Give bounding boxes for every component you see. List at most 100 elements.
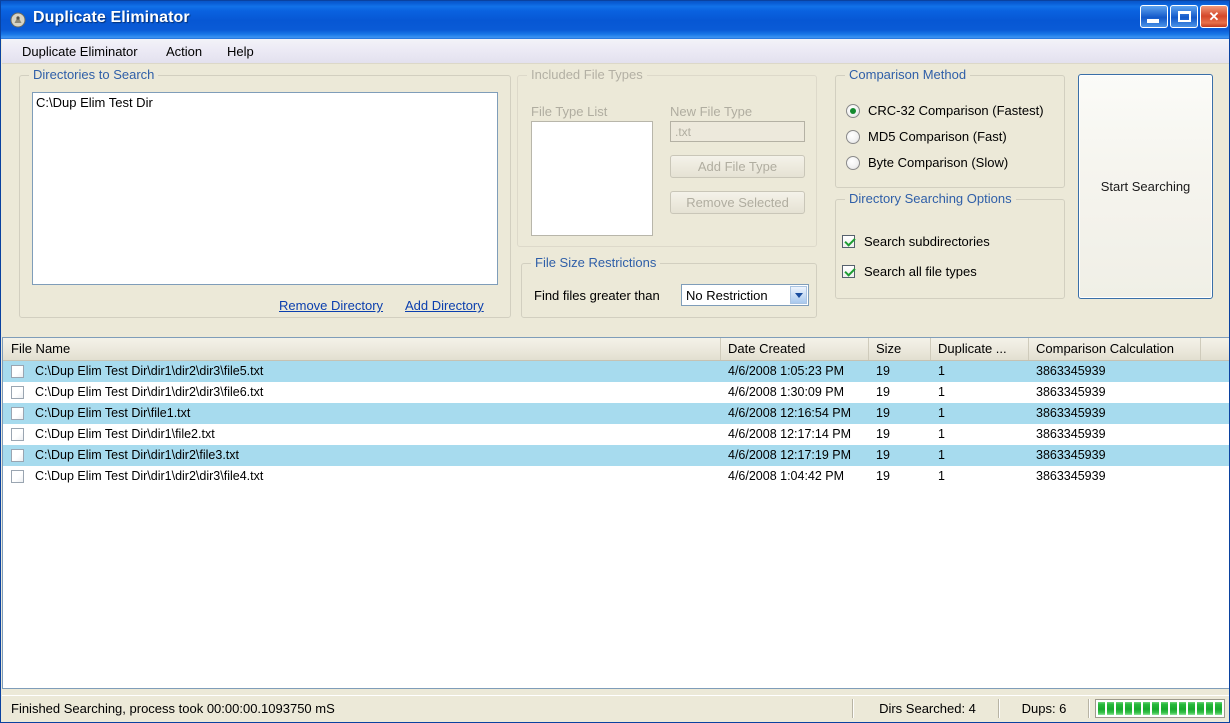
cell-duplicate: 1 (938, 364, 945, 378)
table-row[interactable]: C:\Dup Elim Test Dir\dir1\dir2\dir3\file… (3, 382, 1229, 403)
cell-size: 19 (876, 364, 890, 378)
file-size-dropdown[interactable]: No Restriction (681, 284, 809, 306)
radio-byte-label: Byte Comparison (Slow) (868, 155, 1009, 170)
find-files-greater-than-label: Find files greater than (534, 288, 660, 303)
progress-segment (1098, 702, 1105, 715)
table-row[interactable]: C:\Dup Elim Test Dir\file1.txt 4/6/2008 1… (3, 403, 1229, 424)
chevron-down-icon[interactable] (790, 286, 807, 304)
status-dups: Dups: 6 (1021, 701, 1067, 716)
results-listview[interactable]: File Name Date Created Size Duplicate ... Co… (2, 337, 1229, 689)
status-divider-1 (852, 699, 854, 718)
progress-segment (1179, 702, 1186, 715)
close-icon: ✕ (1208, 9, 1220, 24)
status-dirs-searched: Dirs Searched: 4 (879, 701, 976, 716)
menu-item-duplicate-eliminator[interactable]: Duplicate Eliminator (16, 43, 144, 60)
add-directory-link[interactable]: Add Directory (405, 298, 484, 313)
row-checkbox[interactable] (11, 407, 24, 420)
cell-size: 19 (876, 448, 890, 462)
cell-date-created: 4/6/2008 1:04:42 PM (728, 469, 845, 483)
cell-date-created: 4/6/2008 12:17:19 PM (728, 448, 852, 462)
column-header-file-name[interactable]: File Name (4, 338, 721, 360)
status-bar: Finished Searching, process took 00:00:0… (2, 695, 1229, 721)
new-file-type-label: New File Type (670, 104, 753, 119)
cell-comparison: 3863345939 (1036, 427, 1106, 441)
cell-size: 19 (876, 469, 890, 483)
included-file-types-title: Included File Types (527, 67, 647, 82)
row-checkbox[interactable] (11, 449, 24, 462)
cell-date-created: 4/6/2008 12:17:14 PM (728, 427, 852, 441)
radio-byte[interactable]: Byte Comparison (Slow) (846, 155, 1008, 170)
cell-duplicate: 1 (938, 469, 945, 483)
column-header-size[interactable]: Size (869, 338, 931, 360)
radio-md5[interactable]: MD5 Comparison (Fast) (846, 129, 1007, 144)
cell-date-created: 4/6/2008 1:30:09 PM (728, 385, 845, 399)
directories-to-search-title: Directories to Search (29, 67, 159, 82)
table-row[interactable]: C:\Dup Elim Test Dir\dir1\dir2\file3.txt… (3, 445, 1229, 466)
results-header-row: File Name Date Created Size Duplicate ... Co… (3, 338, 1229, 361)
table-row[interactable]: C:\Dup Elim Test Dir\dir1\dir2\dir3\file… (3, 361, 1229, 382)
radio-crc32-indicator[interactable] (846, 103, 860, 118)
cell-comparison: 3863345939 (1036, 364, 1106, 378)
menu-item-help[interactable]: Help (221, 43, 260, 60)
title-bar: Duplicate Eliminator ✕ (1, 1, 1229, 39)
column-header-date-created[interactable]: Date Created (721, 338, 869, 360)
menu-item-action[interactable]: Action (160, 43, 208, 60)
file-size-restrictions-group: File Size Restrictions Find files greate… (521, 255, 817, 318)
cell-size: 19 (876, 427, 890, 441)
directory-list-item[interactable]: C:\Dup Elim Test Dir (33, 93, 497, 110)
results-body: C:\Dup Elim Test Dir\dir1\dir2\dir3\file… (3, 361, 1229, 487)
checkbox-search-subdirectories-indicator[interactable] (842, 235, 855, 248)
directories-listbox[interactable]: C:\Dup Elim Test Dir (32, 92, 498, 285)
cell-duplicate: 1 (938, 427, 945, 441)
table-row[interactable]: C:\Dup Elim Test Dir\dir1\dir2\dir3\file… (3, 466, 1229, 487)
cell-duplicate: 1 (938, 406, 945, 420)
maximize-button[interactable] (1170, 5, 1198, 28)
row-checkbox[interactable] (11, 386, 24, 399)
progress-segment (1143, 702, 1150, 715)
progress-segment (1224, 702, 1225, 715)
column-header-comparison-calculation[interactable]: Comparison Calculation (1029, 338, 1201, 360)
cell-file-name: C:\Dup Elim Test Dir\dir1\dir2\dir3\file… (35, 469, 264, 483)
radio-crc32[interactable]: CRC-32 Comparison (Fastest) (846, 103, 1044, 118)
cell-comparison: 3863345939 (1036, 385, 1106, 399)
checkbox-search-all-file-types-label: Search all file types (864, 264, 977, 279)
cell-file-name: C:\Dup Elim Test Dir\file1.txt (35, 406, 191, 420)
remove-selected-button[interactable]: Remove Selected (670, 191, 805, 214)
checkbox-search-subdirectories[interactable]: Search subdirectories (842, 234, 990, 249)
cell-comparison: 3863345939 (1036, 448, 1106, 462)
cell-date-created: 4/6/2008 1:05:23 PM (728, 364, 845, 378)
column-header-duplicate[interactable]: Duplicate ... (931, 338, 1029, 360)
app-icon (9, 11, 27, 29)
table-row[interactable]: C:\Dup Elim Test Dir\dir1\file2.txt 4/6/2… (3, 424, 1229, 445)
progress-segment (1116, 702, 1123, 715)
progress-segment (1215, 702, 1222, 715)
file-size-restrictions-title: File Size Restrictions (531, 255, 661, 270)
progress-segment (1170, 702, 1177, 715)
status-divider-2 (998, 699, 1000, 718)
new-file-type-input[interactable]: .txt (670, 121, 805, 142)
directory-searching-options-title: Directory Searching Options (845, 191, 1016, 206)
checkbox-search-all-file-types-indicator[interactable] (842, 265, 855, 278)
radio-md5-indicator[interactable] (846, 129, 860, 144)
radio-byte-indicator[interactable] (846, 155, 860, 170)
progress-segment (1125, 702, 1132, 715)
cell-duplicate: 1 (938, 385, 945, 399)
start-searching-button[interactable]: Start Searching (1078, 74, 1213, 299)
remove-directory-link[interactable]: Remove Directory (279, 298, 383, 313)
cell-file-name: C:\Dup Elim Test Dir\dir1\dir2\dir3\file… (35, 364, 264, 378)
file-type-list-label: File Type List (531, 104, 608, 119)
add-file-type-button[interactable]: Add File Type (670, 155, 805, 178)
file-type-listbox[interactable] (531, 121, 653, 236)
checkbox-search-all-file-types[interactable]: Search all file types (842, 264, 977, 279)
directories-to-search-group: Directories to Search C:\Dup Elim Test D… (19, 67, 511, 318)
comparison-method-title: Comparison Method (845, 67, 971, 82)
progress-segment (1188, 702, 1195, 715)
minimize-button[interactable] (1140, 5, 1168, 28)
column-header-blank[interactable] (1201, 338, 1229, 360)
row-checkbox[interactable] (11, 428, 24, 441)
row-checkbox[interactable] (11, 365, 24, 378)
row-checkbox[interactable] (11, 470, 24, 483)
included-file-types-group: Included File Types File Type List New F… (517, 67, 817, 247)
status-message: Finished Searching, process took 00:00:0… (11, 701, 335, 716)
close-button[interactable]: ✕ (1200, 5, 1228, 28)
